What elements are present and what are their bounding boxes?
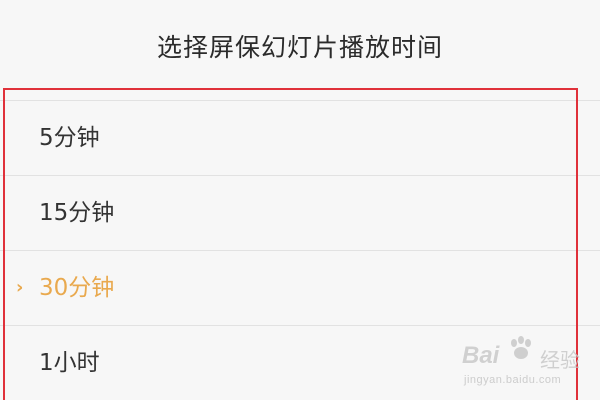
watermark-brand: Bai (462, 342, 500, 369)
baidu-jingyan-watermark: Bai 经验 jingyan.baidu.com (462, 332, 592, 392)
option-label: 1小时 (39, 350, 100, 376)
option-label: 30分钟 (39, 275, 115, 301)
watermark-url: jingyan.baidu.com (464, 374, 562, 386)
option-30-minutes[interactable]: › 30分钟 (0, 250, 600, 325)
page-title: 选择屏保幻灯片播放时间 (156, 33, 443, 62)
chevron-right-icon: › (16, 277, 24, 298)
watermark-sub: 经验 (540, 348, 580, 372)
option-5-minutes[interactable]: 5分钟 (0, 100, 600, 175)
option-label: 15分钟 (39, 200, 115, 226)
paw-icon (511, 336, 531, 359)
screensaver-interval-page: 选择屏保幻灯片播放时间 5分钟 15分钟 › 30分钟 1小时 Bai 经验 j… (0, 0, 600, 400)
option-label: 5分钟 (39, 125, 100, 151)
option-15-minutes[interactable]: 15分钟 (0, 175, 600, 250)
